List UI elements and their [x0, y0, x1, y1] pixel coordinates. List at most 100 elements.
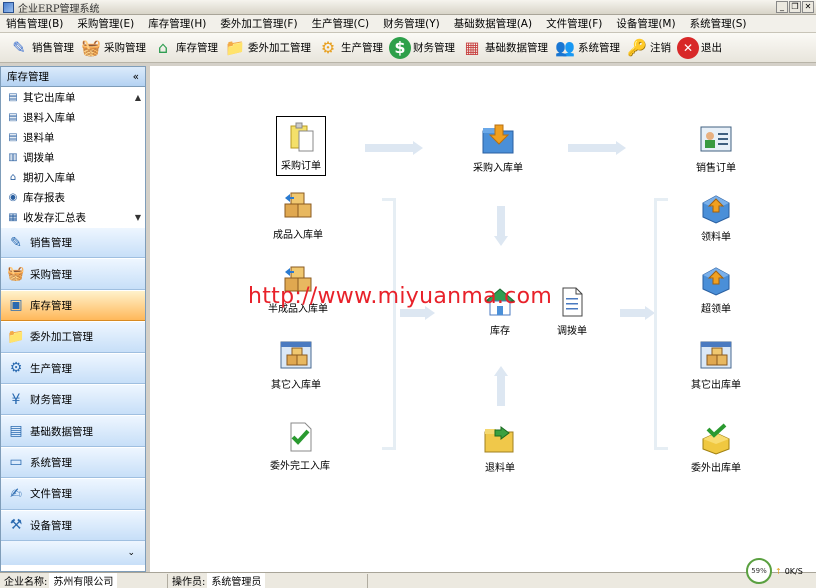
node-other-out[interactable]: 其它出库单 — [676, 338, 756, 391]
submenu-item[interactable]: ▤ 退料入库单 — [1, 107, 145, 127]
equipment-icon: ⚒ — [9, 517, 23, 534]
nav-module-button[interactable]: 📁 委外加工管理 — [1, 321, 145, 353]
submenu-item[interactable]: ⌂ 期初入库单 — [1, 167, 145, 187]
gear-icon: ⚙ — [320, 38, 336, 57]
arrow-right — [620, 306, 655, 320]
cube-up-icon — [698, 190, 734, 226]
node-label: 退料单 — [485, 463, 515, 474]
scroll-down-icon[interactable]: ▼ — [135, 213, 141, 222]
node-label: 其它入库单 — [271, 380, 321, 391]
toolbar-button[interactable]: ⌂ 库存管理 — [152, 37, 218, 59]
toolbar-button[interactable]: 👥 系统管理 — [554, 37, 620, 59]
toolbar-button[interactable]: ⚙ 生产管理 — [317, 37, 383, 59]
panel-header: 库存管理 « — [1, 67, 145, 87]
left-bracket — [382, 198, 396, 450]
basket-icon: 🧺 — [7, 266, 25, 283]
key-icon: 🔑 — [627, 38, 647, 57]
toolbar-button[interactable]: ▦ 基础数据管理 — [461, 37, 548, 59]
node-label: 超领单 — [701, 304, 731, 315]
nav-module-label: 采购管理 — [30, 268, 72, 281]
summary-icon: ▦ — [8, 211, 18, 223]
submenu-item[interactable]: ◉ 库存报表 — [1, 187, 145, 207]
node-return-material[interactable]: 退料单 — [460, 421, 540, 474]
menu-item[interactable]: 文件管理(F) — [546, 16, 602, 31]
nav-module-label: 财务管理 — [30, 394, 72, 407]
node-label: 采购入库单 — [473, 163, 523, 174]
node-requisition[interactable]: 领料单 — [676, 190, 756, 243]
nav-module-button[interactable]: ⚒ 设备管理 — [1, 509, 145, 541]
minimize-button[interactable]: _ — [776, 1, 788, 13]
submenu-item-label: 其它出库单 — [23, 91, 76, 104]
boxes-window-icon — [698, 338, 734, 374]
network-monitor[interactable]: 59% ↑ 0K/S — [746, 558, 816, 584]
node-label: 调拨单 — [557, 326, 587, 337]
toolbar: ✎ 销售管理 🧺 采购管理 ⌂ 库存管理 📁 委外加工管理 ⚙ 生产管理 $ 财务管理 ▦ 基础数据管理 👥… — [0, 33, 816, 63]
flow-diagram: 采购订单 采购入库单 销售订单 成品入库单 半成品入库单 其它入库单 委外完工入… — [150, 66, 816, 572]
menu-item[interactable]: 销售管理(B) — [6, 16, 63, 31]
check-doc-icon — [282, 419, 318, 455]
system-icon: ▭ — [9, 454, 23, 471]
nav-module-button[interactable]: 🧺 采购管理 — [1, 258, 145, 290]
toolbar-button-label: 委外加工管理 — [248, 42, 311, 54]
nav-module-button[interactable]: ⚙ 生产管理 — [1, 352, 145, 384]
pencil-icon: ✎ — [12, 38, 26, 57]
node-finished-in[interactable]: 成品入库单 — [258, 188, 338, 241]
menu-item[interactable]: 采购管理(E) — [77, 16, 134, 31]
toolbar-button-label: 销售管理 — [32, 42, 74, 54]
toolbar-button[interactable]: $ 财务管理 — [389, 36, 455, 59]
menu-item[interactable]: 设备管理(M) — [616, 16, 675, 31]
nav-module-button[interactable]: ¥ 财务管理 — [1, 383, 145, 416]
restore-button[interactable]: ❐ — [789, 1, 801, 13]
title-bar: 企业ERP管理系统 _ ❐ ✕ — [0, 0, 816, 15]
operator-value: 系统管理员 — [207, 573, 266, 588]
node-over-requisition[interactable]: 超领单 — [676, 262, 756, 315]
report-icon: ◉ — [8, 191, 18, 203]
nav-module-button[interactable]: ✎ 销售管理 — [1, 227, 145, 259]
collapse-icon[interactable]: « — [133, 71, 139, 83]
submenu-item-label: 退料单 — [23, 131, 55, 144]
folder-icon: 📁 — [225, 38, 245, 57]
toolbar-button[interactable]: 📁 委外加工管理 — [224, 37, 311, 59]
close-button[interactable]: ✕ — [802, 1, 814, 13]
submenu-item[interactable]: ▤ 其它出库单 — [1, 87, 145, 107]
contact-card-icon — [698, 121, 734, 157]
menu-item[interactable]: 生产管理(C) — [312, 16, 370, 31]
menu-item[interactable]: 委外加工管理(F) — [220, 16, 297, 31]
toolbar-button[interactable]: 🔑 注销 — [626, 37, 671, 59]
nav-module-button[interactable]: ▤ 基础数据管理 — [1, 415, 145, 447]
dollar-icon: $ — [389, 36, 411, 59]
submenu-item[interactable]: ▤ 退料单 — [1, 127, 145, 147]
exit-icon: ✕ — [677, 36, 699, 59]
company-label: 企业名称: — [4, 577, 48, 588]
menu-item[interactable]: 库存管理(H) — [148, 16, 206, 31]
nav-module-button[interactable]: ✍ 文件管理 — [1, 478, 145, 510]
arrow-right — [568, 141, 626, 155]
menu-item[interactable]: 基础数据管理(A) — [454, 16, 532, 31]
node-purchase-order[interactable]: 采购订单 — [261, 116, 341, 176]
node-other-in[interactable]: 其它入库单 — [256, 338, 336, 391]
node-outsource-out[interactable]: 委外出库单 — [676, 421, 756, 474]
submenu-item[interactable]: ▥ 调拨单 — [1, 147, 145, 167]
doc-out-icon: ▤ — [8, 91, 18, 103]
nav-module-label: 文件管理 — [30, 488, 72, 501]
node-selection-frame: 采购订单 — [276, 116, 326, 176]
toolbar-button[interactable]: ✕ 退出 — [677, 36, 722, 59]
submenu-item[interactable]: ▦ 收发存汇总表 — [1, 207, 145, 227]
node-purchase-in[interactable]: 采购入库单 — [458, 121, 538, 174]
right-bracket — [654, 198, 668, 450]
nav-module-button[interactable]: ▭ 系统管理 — [1, 446, 145, 479]
operator-label: 操作员: — [172, 577, 206, 588]
nav-module-button[interactable]: ▣ 库存管理 — [1, 289, 145, 322]
menu-item[interactable]: 系统管理(S) — [690, 16, 747, 31]
toolbar-button[interactable]: 🧺 采购管理 — [80, 37, 146, 59]
chevron-down-icon[interactable]: ⌄ — [127, 548, 135, 558]
scroll-up-icon[interactable]: ▲ — [135, 93, 141, 102]
nav-module-label: 基础数据管理 — [30, 425, 93, 438]
menu-item[interactable]: 财务管理(Y) — [383, 16, 440, 31]
toolbar-button[interactable]: ✎ 销售管理 — [8, 37, 74, 59]
node-label: 采购订单 — [281, 161, 321, 172]
node-outsource-in[interactable]: 委外完工入库 — [260, 419, 340, 472]
left-panel: 库存管理 « ▤ 其它出库单 ▤ 退料入库单 ▤ 退料单 ▥ 调拨单 ⌂ 期初入库单 ◉ 库存报表 ▦ 收… — [0, 66, 146, 572]
nav-module-label: 生产管理 — [30, 362, 72, 375]
node-sales-order[interactable]: 销售订单 — [676, 121, 756, 174]
